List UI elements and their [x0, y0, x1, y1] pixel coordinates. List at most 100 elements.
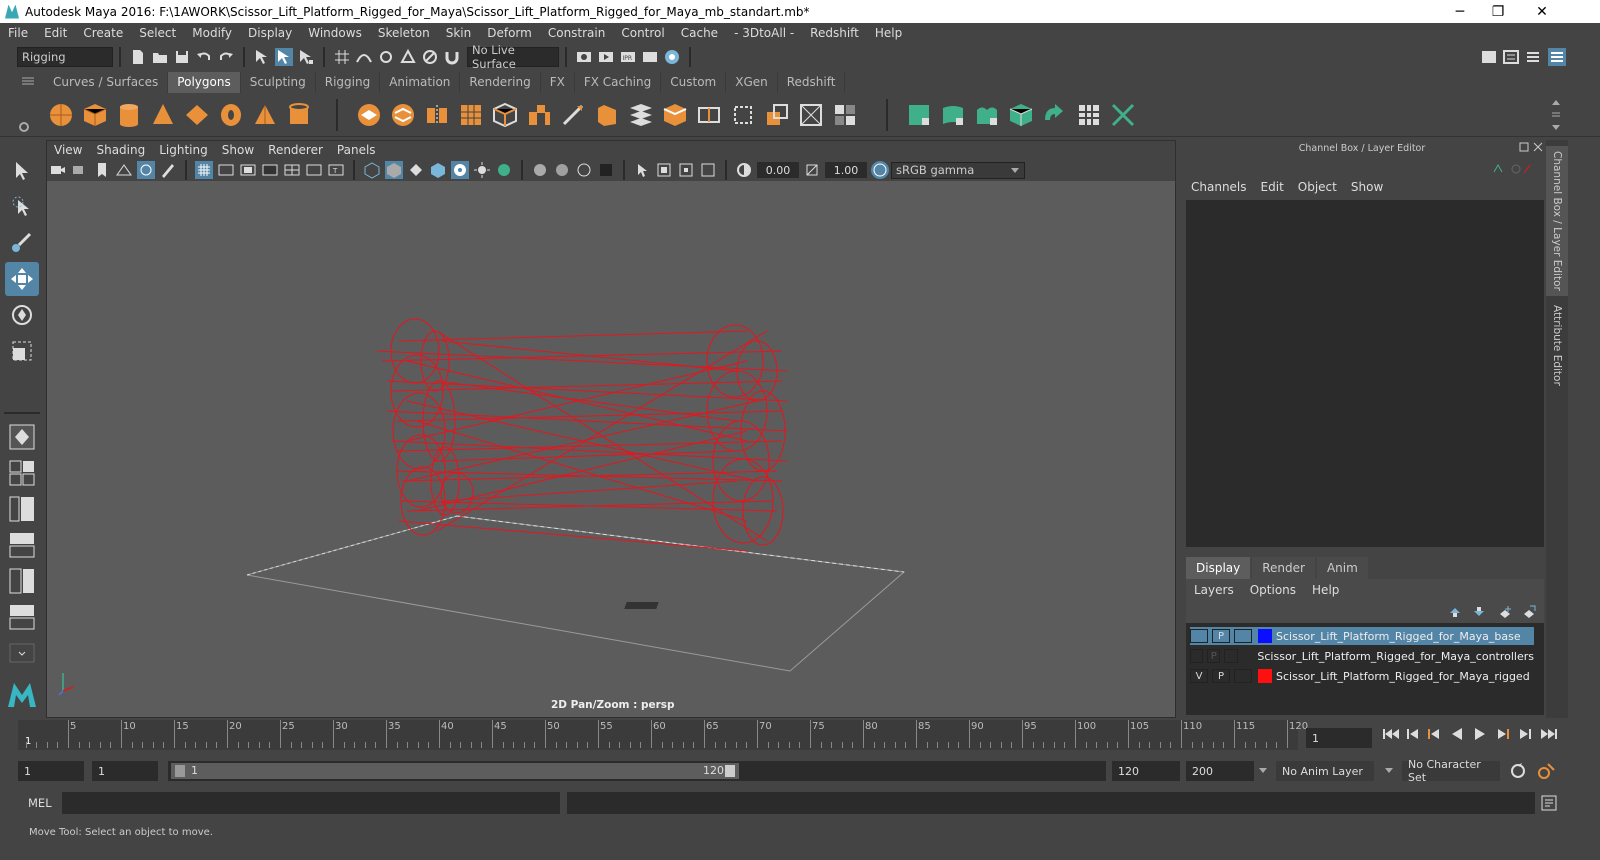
animation-preferences-icon[interactable]	[1536, 762, 1556, 780]
gear-icon[interactable]	[18, 109, 30, 133]
layer-tab-anim[interactable]: Anim	[1316, 557, 1368, 579]
move-layer-down-icon[interactable]	[1472, 605, 1486, 619]
frame-selected-icon[interactable]	[677, 161, 695, 179]
gamma-field[interactable]: 1.00	[825, 162, 867, 178]
new-layer-icon[interactable]	[1498, 605, 1512, 619]
insert-edge-loop-icon[interactable]	[696, 102, 722, 128]
poly-pipe-icon[interactable]	[286, 102, 312, 128]
grid-icon[interactable]	[195, 161, 213, 179]
smooth-icon[interactable]	[458, 102, 484, 128]
layout-menu-toggle[interactable]	[5, 636, 39, 670]
go-to-start-button[interactable]	[1382, 727, 1400, 744]
merge-icon[interactable]	[798, 102, 824, 128]
bevel-icon[interactable]	[594, 102, 620, 128]
range-slider-right-grip[interactable]	[725, 765, 735, 777]
xray-joints-icon[interactable]	[553, 161, 571, 179]
step-forward-frame-button[interactable]	[1496, 727, 1510, 744]
select-object-icon[interactable]	[275, 48, 293, 66]
channel-box-display-icons[interactable]	[1492, 162, 1532, 176]
script-editor-icon[interactable]	[1540, 794, 1558, 812]
snap-view-plane-icon[interactable]	[399, 48, 417, 66]
side-tab-attribute-editor[interactable]: Attribute Editor	[1546, 300, 1568, 390]
menu-redshift[interactable]: Redshift	[802, 26, 867, 40]
snap-grid-icon[interactable]	[333, 48, 351, 66]
layer-playback-toggle[interactable]: P	[1212, 629, 1230, 643]
scale-tool[interactable]	[5, 334, 39, 368]
current-frame-field[interactable]: 1	[1306, 728, 1372, 748]
snap-curve-icon[interactable]	[355, 48, 373, 66]
single-perspective-layout[interactable]	[5, 420, 39, 454]
maximize-button[interactable]: ❐	[1475, 0, 1521, 23]
close-button[interactable]: ✕	[1519, 0, 1565, 23]
smooth-shade-icon[interactable]	[385, 161, 403, 179]
panel-menu-renderer[interactable]: Renderer	[261, 143, 330, 157]
range-slider-handle[interactable]: 1 120	[171, 763, 739, 779]
layer-visibility-toggle[interactable]: V	[1190, 669, 1208, 683]
poly-cube-icon[interactable]	[82, 102, 108, 128]
shelf-tab-redshift[interactable]: Redshift	[778, 72, 846, 93]
cylindrical-uv-icon[interactable]	[940, 102, 966, 128]
image-plane-icon[interactable]	[115, 161, 133, 179]
side-tab-channel-box[interactable]: Channel Box / Layer Editor	[1546, 146, 1568, 296]
layer-visibility-toggle[interactable]	[1190, 629, 1208, 643]
shelf-tab-curves-surfaces[interactable]: Curves / Surfaces	[44, 72, 169, 93]
auto-key-icon[interactable]	[1508, 762, 1528, 780]
textured-icon[interactable]	[429, 161, 447, 179]
panel-menu-view[interactable]: View	[47, 143, 89, 157]
hypershade-layout[interactable]	[5, 564, 39, 598]
exposure-field[interactable]: 0.00	[757, 162, 799, 178]
layer-menu-help[interactable]: Help	[1304, 583, 1347, 597]
shelf-tab-fx[interactable]: FX	[541, 72, 575, 93]
persp-outliner-layout[interactable]	[5, 492, 39, 526]
exposure-icon[interactable]	[735, 161, 753, 179]
ipr-render-icon[interactable]: IPR	[619, 48, 637, 66]
animation-start-field[interactable]: 1	[18, 761, 84, 781]
undo-icon[interactable]	[195, 48, 213, 66]
use-all-lights-icon[interactable]	[451, 161, 469, 179]
layer-menu-layers[interactable]: Layers	[1186, 583, 1242, 597]
character-set-dropdown[interactable]: No Character Set	[1402, 758, 1500, 784]
layer-visibility-toggle[interactable]	[1190, 649, 1204, 663]
shelf-menu-toggle[interactable]	[0, 70, 44, 93]
animation-end-field[interactable]: 200	[1186, 761, 1254, 781]
camera-icon[interactable]	[49, 161, 67, 179]
graph-editor-layout[interactable]	[5, 600, 39, 634]
shelf-tab-rigging[interactable]: Rigging	[316, 72, 381, 93]
extrude-icon[interactable]	[526, 102, 552, 128]
layer-tab-render[interactable]: Render	[1252, 557, 1315, 579]
layer-color-swatch[interactable]	[1258, 629, 1272, 643]
menu-file[interactable]: File	[0, 26, 36, 40]
select-component-icon[interactable]	[297, 48, 315, 66]
snap-live-icon[interactable]	[421, 48, 439, 66]
quad-draw-icon[interactable]	[832, 102, 858, 128]
menu-skin[interactable]: Skin	[438, 26, 480, 40]
menu-deform[interactable]: Deform	[479, 26, 540, 40]
planar-uv-icon[interactable]	[906, 102, 932, 128]
lasso-tool[interactable]	[5, 190, 39, 224]
magnet-icon[interactable]	[443, 48, 461, 66]
grease-pencil-icon[interactable]	[159, 161, 177, 179]
gamma-icon[interactable]	[803, 161, 821, 179]
safe-action-icon[interactable]	[305, 161, 323, 179]
layer-display-type-toggle[interactable]	[1224, 649, 1238, 663]
play-forwards-button[interactable]	[1473, 727, 1487, 744]
separate-icon[interactable]	[390, 102, 416, 128]
step-back-key-button[interactable]	[1406, 727, 1420, 744]
layer-row[interactable]: P Scissor_Lift_Platform_Rigged_for_Maya_…	[1190, 627, 1534, 645]
channel-box-area[interactable]	[1186, 200, 1544, 547]
cb-menu-edit[interactable]: Edit	[1254, 180, 1291, 194]
bridge-icon[interactable]	[628, 102, 654, 128]
poly-cone-icon[interactable]	[150, 102, 176, 128]
cb-menu-object[interactable]: Object	[1291, 180, 1344, 194]
layer-row[interactable]: V P Scissor_Lift_Platform_Rigged_for_May…	[1190, 667, 1534, 685]
bounding-box-icon[interactable]	[730, 102, 756, 128]
layer-display-type-toggle[interactable]	[1234, 669, 1252, 683]
ambient-occlusion-icon[interactable]	[495, 161, 513, 179]
menu-3dtoall[interactable]: - 3DtoAll -	[726, 26, 802, 40]
command-input[interactable]	[62, 792, 560, 814]
isolate-select-icon[interactable]	[597, 161, 615, 179]
menu-edit[interactable]: Edit	[36, 26, 75, 40]
menu-skeleton[interactable]: Skeleton	[370, 26, 438, 40]
shelf-tab-fx-caching[interactable]: FX Caching	[575, 72, 662, 93]
move-layer-up-icon[interactable]	[1448, 605, 1462, 619]
